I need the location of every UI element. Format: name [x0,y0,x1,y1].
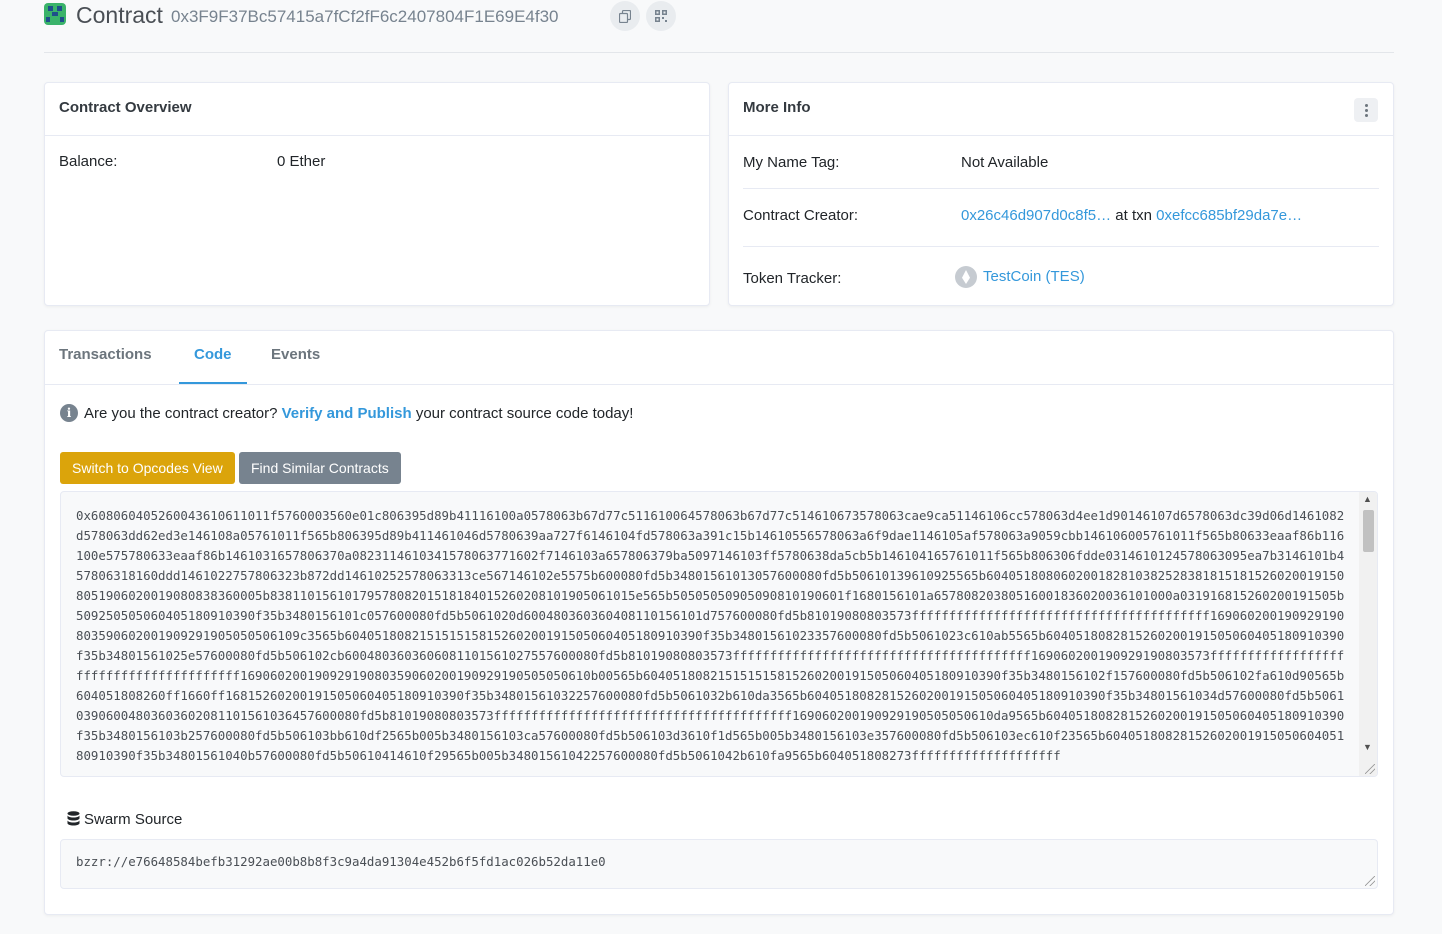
swarm-source-label: Swarm Source [84,811,183,828]
scroll-down-icon[interactable]: ▼ [1363,742,1372,752]
creator-address-link[interactable]: 0x26c46d907d0c8f5… [961,207,1111,224]
contract-creator-label: Contract Creator: [743,207,859,224]
info-icon: i [60,404,78,422]
name-tag-label: My Name Tag: [743,154,840,171]
switch-opcodes-button[interactable]: Switch to Opcodes View [60,452,235,484]
kebab-dot [1364,108,1368,112]
copy-icon [619,9,631,23]
bytecode-text: 0x608060405260043610611011f5760003560e01… [76,508,1345,763]
bytecode-textarea[interactable]: 0x608060405260043610611011f5760003560e01… [60,491,1378,777]
contract-overview-title: Contract Overview [45,83,709,136]
kebab-dot [1364,103,1368,107]
scroll-up-icon[interactable]: ▲ [1363,494,1372,504]
qr-code-icon [655,10,667,22]
token-tracker-value: TestCoin (TES) [955,266,1085,288]
swarm-source-heading: Swarm Source [67,811,182,828]
contract-address: 0x3F9F37Bc57415a7fCf2fF6c2407804F1E69E4f… [171,7,559,26]
contract-tabs-card: Transactions Code Events i Are you the co… [44,330,1394,915]
verify-publish-link[interactable]: Verify and Publish [282,405,412,422]
page-title: Contract [76,2,163,28]
notice-suffix: your contract source code today! [415,405,634,422]
more-info-card: More Info My Name Tag: Not Available Con… [728,82,1394,306]
qr-code-button[interactable] [646,1,676,31]
balance-label: Balance: [59,153,118,170]
more-options-button[interactable] [1354,98,1378,122]
contract-overview-card: Contract Overview Balance: 0 Ether [44,82,710,306]
divider [743,188,1379,189]
resize-handle-icon[interactable] [1365,876,1375,886]
tab-transactions[interactable]: Transactions [59,346,152,363]
token-tracker-label: Token Tracker: [743,270,842,287]
find-similar-contracts-button[interactable]: Find Similar Contracts [239,452,401,484]
swarm-source-value: bzzr://e76648584befb31292ae00b8b8f3c9a4d… [76,854,606,869]
notice-prefix: Are you the contract creator? [84,405,278,422]
database-icon [67,811,80,826]
balance-value: 0 Ether [277,153,326,170]
scrollbar-thumb[interactable] [1363,510,1374,552]
active-tab-indicator [179,382,247,384]
contract-creator-value: 0x26c46d907d0c8f5… at txn 0xefcc685bf29d… [961,207,1302,224]
token-logo-icon [955,266,977,288]
page-header: Contract 0x3F9F37Bc57415a7fCf2fF6c240780… [44,0,1394,53]
kebab-dot [1364,113,1368,117]
verify-notice: i Are you the contract creator? Verify an… [60,404,633,422]
at-txn-text: at txn [1115,207,1152,224]
more-info-title: More Info [729,83,1393,136]
name-tag-value: Not Available [961,154,1049,171]
swarm-source-textarea[interactable]: bzzr://e76648584befb31292ae00b8b8f3c9a4d… [60,839,1378,889]
tab-code[interactable]: Code [194,346,232,363]
divider [743,246,1379,247]
copy-address-button[interactable] [610,1,640,31]
tab-events[interactable]: Events [271,346,320,363]
creator-txn-link[interactable]: 0xefcc685bf29da7e… [1156,207,1302,224]
token-tracker-link[interactable]: TestCoin (TES) [983,268,1085,285]
bytecode-scrollbar[interactable]: ▲ ▼ [1359,492,1377,776]
tab-bar: Transactions Code Events [45,331,1393,385]
contract-identicon-icon [44,3,66,25]
resize-handle-icon[interactable] [1365,764,1375,774]
